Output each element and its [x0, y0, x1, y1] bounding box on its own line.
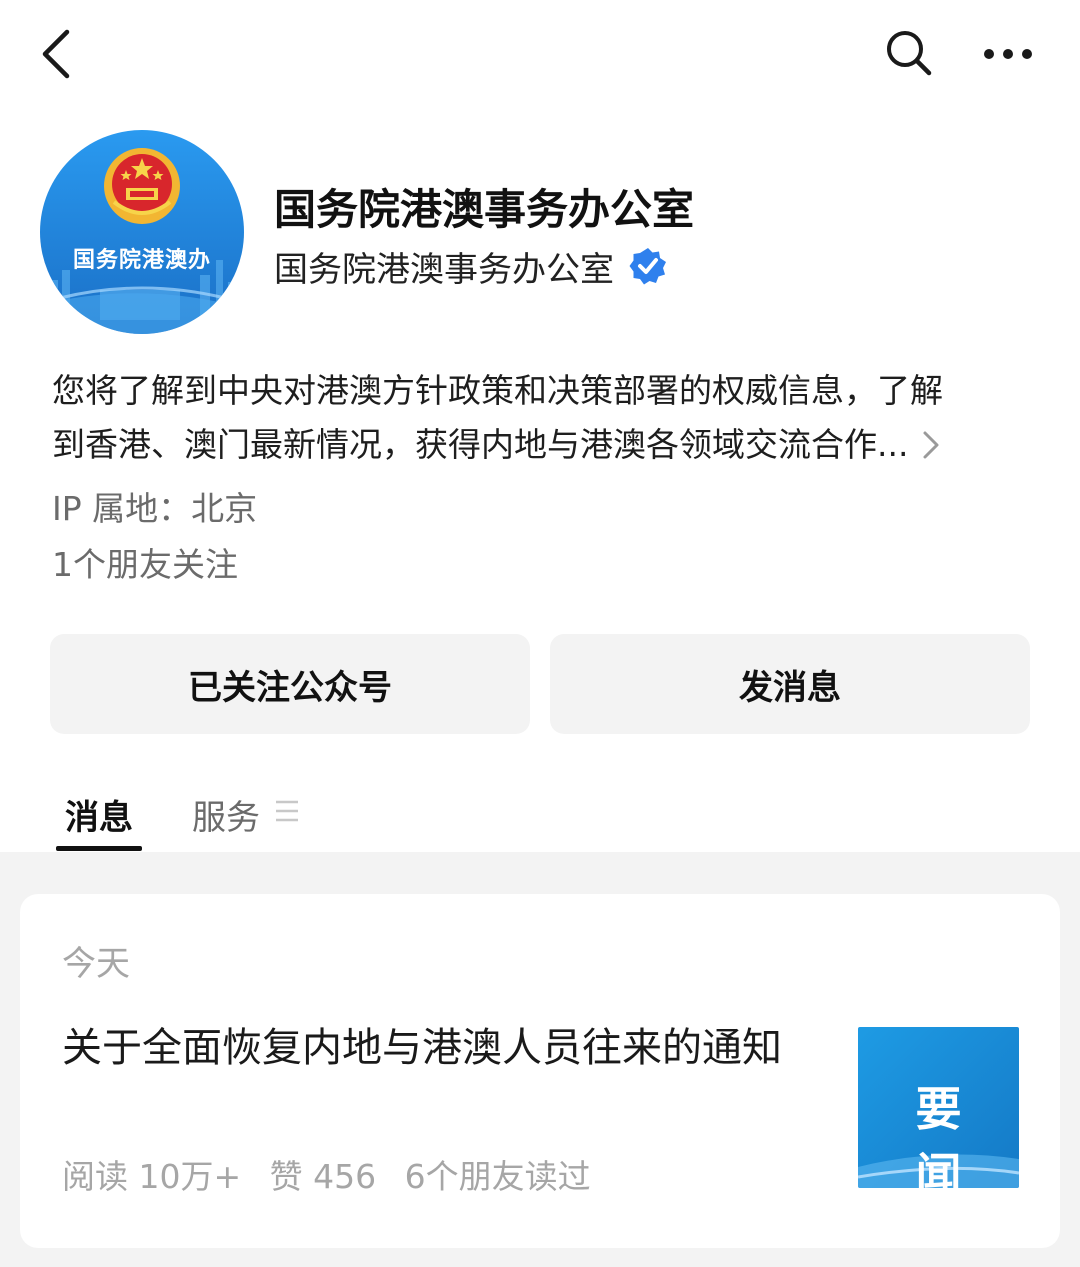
- friends-following[interactable]: 1个朋友关注: [52, 538, 238, 586]
- active-tab-indicator: [56, 846, 142, 851]
- search-icon: [887, 31, 932, 76]
- ip-location: IP 属地：北京: [52, 489, 258, 528]
- search-button[interactable]: [878, 22, 940, 84]
- article-thumbnail[interactable]: 要闻: [858, 1027, 1019, 1188]
- article-title[interactable]: 关于全面恢复内地与港澳人员往来的通知: [62, 1018, 822, 1078]
- back-arrow-icon: [42, 29, 70, 79]
- description-line-1: 您将了解到中央对港澳方针政策和决策部署的权威信息，了解: [52, 371, 943, 410]
- more-icon: [984, 49, 1032, 59]
- article-likes: 赞 456: [269, 1157, 377, 1196]
- article-meta: 阅读 10万+ 赞 456 6个朋友读过: [62, 1150, 609, 1198]
- feed-date: 今天: [62, 944, 130, 984]
- back-button[interactable]: [28, 24, 84, 84]
- chevron-right-icon: [923, 431, 939, 459]
- article-friends-read: 6个朋友读过: [404, 1157, 591, 1196]
- tab-services-label: 服务: [192, 798, 260, 838]
- thumbnail-text: 要闻: [915, 1082, 988, 1188]
- account-subname: 国务院港澳事务办公室: [274, 249, 614, 290]
- account-subname-row: 国务院港澳事务办公室: [274, 240, 668, 292]
- description-line-2: 到香港、澳门最新情况，获得内地与港澳各领域交流合作...: [52, 425, 909, 464]
- avatar-label: 国务院港澳办: [72, 248, 211, 273]
- more-button[interactable]: [976, 24, 1040, 84]
- tab-messages[interactable]: 消息: [56, 790, 142, 852]
- send-message-button[interactable]: 发消息: [550, 634, 1030, 734]
- account-description[interactable]: 您将了解到中央对港澳方针政策和决策部署的权威信息，了解 到香港、澳门最新情况，获…: [52, 364, 1037, 472]
- description-line-2-row: 到香港、澳门最新情况，获得内地与港澳各领域交流合作...: [52, 418, 1037, 472]
- menu-icon: [276, 800, 298, 822]
- article-reads: 阅读 10万+: [62, 1157, 242, 1196]
- national-emblem-icon: [104, 148, 180, 224]
- tab-services[interactable]: 服务: [192, 790, 300, 846]
- account-title: 国务院港澳事务办公室: [274, 185, 695, 234]
- followed-account-button[interactable]: 已关注公众号: [50, 634, 530, 734]
- verified-icon: [629, 248, 666, 285]
- account-avatar[interactable]: 国务院港澳办: [40, 130, 244, 334]
